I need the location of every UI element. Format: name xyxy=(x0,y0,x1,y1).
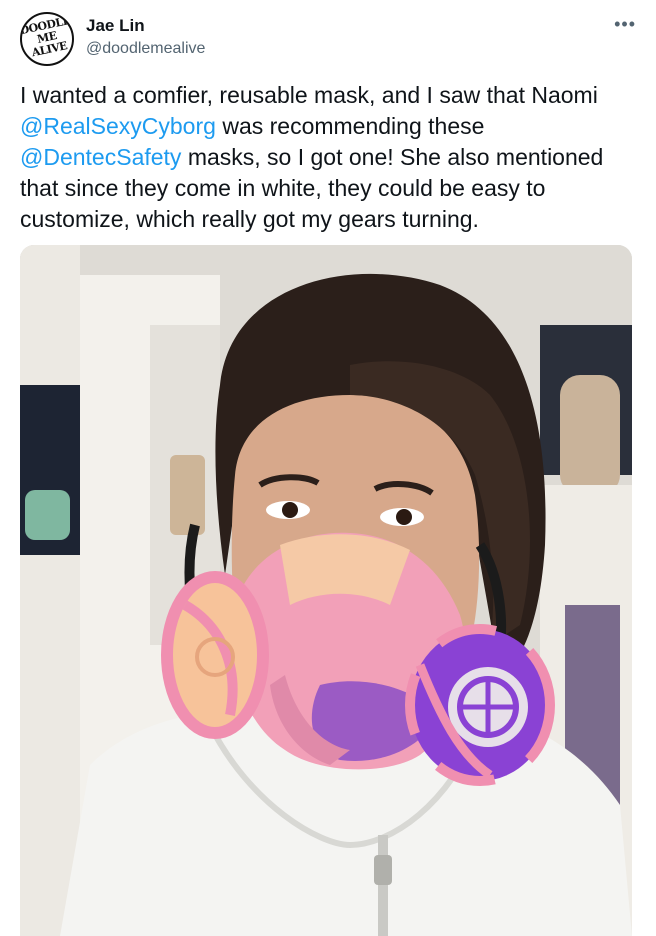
tweet-text: I wanted a comfier, reusable mask, and I… xyxy=(20,80,640,235)
tweet-card: DOODLE ME ALIVE Jae Lin @doodlemealive •… xyxy=(0,0,656,936)
photo-illustration xyxy=(20,245,632,936)
tweet-text-segment: was recommending these xyxy=(215,113,485,139)
more-horizontal-icon[interactable]: ••• xyxy=(614,14,636,35)
mention-link-dentecsafety[interactable]: @DentecSafety xyxy=(20,144,181,170)
avatar-logo: DOODLE ME ALIVE xyxy=(20,13,72,60)
tweet-photo[interactable] xyxy=(20,245,632,936)
tweet-header: DOODLE ME ALIVE Jae Lin @doodlemealive •… xyxy=(20,10,640,70)
mention-link-realsexycyborg[interactable]: @RealSexyCyborg xyxy=(20,113,216,139)
avatar[interactable]: DOODLE ME ALIVE xyxy=(20,12,74,66)
author-name[interactable]: Jae Lin xyxy=(86,16,145,36)
tweet-text-segment: I wanted a comfier, reusable mask, and I… xyxy=(20,82,598,108)
author-handle[interactable]: @doodlemealive xyxy=(86,40,205,58)
